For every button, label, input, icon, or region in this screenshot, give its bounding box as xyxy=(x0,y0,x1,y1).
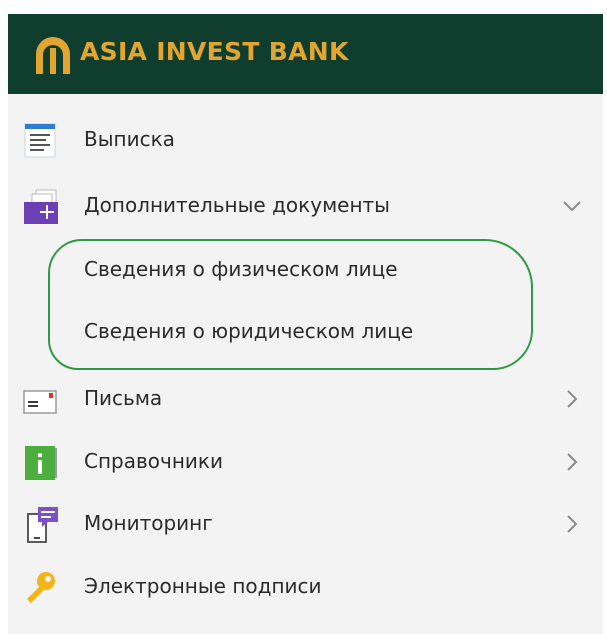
chevron-right-icon[interactable] xyxy=(560,387,584,411)
menu-item-statement[interactable]: Выписка xyxy=(8,112,603,168)
menu-item-electronic-signatures[interactable]: Электронные подписи xyxy=(8,559,603,615)
menu-item-additional-documents[interactable]: Дополнительные документы xyxy=(8,178,603,234)
menu-item-monitoring[interactable]: Мониторинг xyxy=(8,496,603,552)
menu-item-letters[interactable]: Письма xyxy=(8,371,603,427)
bank-logo-icon xyxy=(36,37,70,74)
menu-item-directories[interactable]: Справочники xyxy=(8,434,603,490)
chevron-right-icon[interactable] xyxy=(560,450,584,474)
app-header: ASIA INVEST BANK xyxy=(8,14,603,94)
chevron-right-icon[interactable] xyxy=(560,512,584,536)
chevron-down-icon[interactable] xyxy=(560,194,584,218)
add-document-icon xyxy=(24,189,58,224)
menu-item-label: Выписка xyxy=(84,127,175,151)
info-book-icon xyxy=(25,446,57,480)
menu-item-label: Мониторинг xyxy=(84,511,213,535)
bank-name: ASIA INVEST BANK xyxy=(80,37,349,66)
statement-icon xyxy=(24,123,56,158)
menu-item-label: Дополнительные документы xyxy=(84,193,390,217)
letter-icon xyxy=(23,390,57,414)
menu-item-label: Справочники xyxy=(84,449,223,473)
menu-item-label: Электронные подписи xyxy=(84,574,322,598)
monitoring-icon xyxy=(27,507,58,543)
highlight-outline xyxy=(48,239,533,370)
key-icon xyxy=(27,572,55,603)
navigation-panel: ASIA INVEST BANK Выписка Дополнительные … xyxy=(8,14,603,634)
menu-item-label: Письма xyxy=(84,386,163,410)
